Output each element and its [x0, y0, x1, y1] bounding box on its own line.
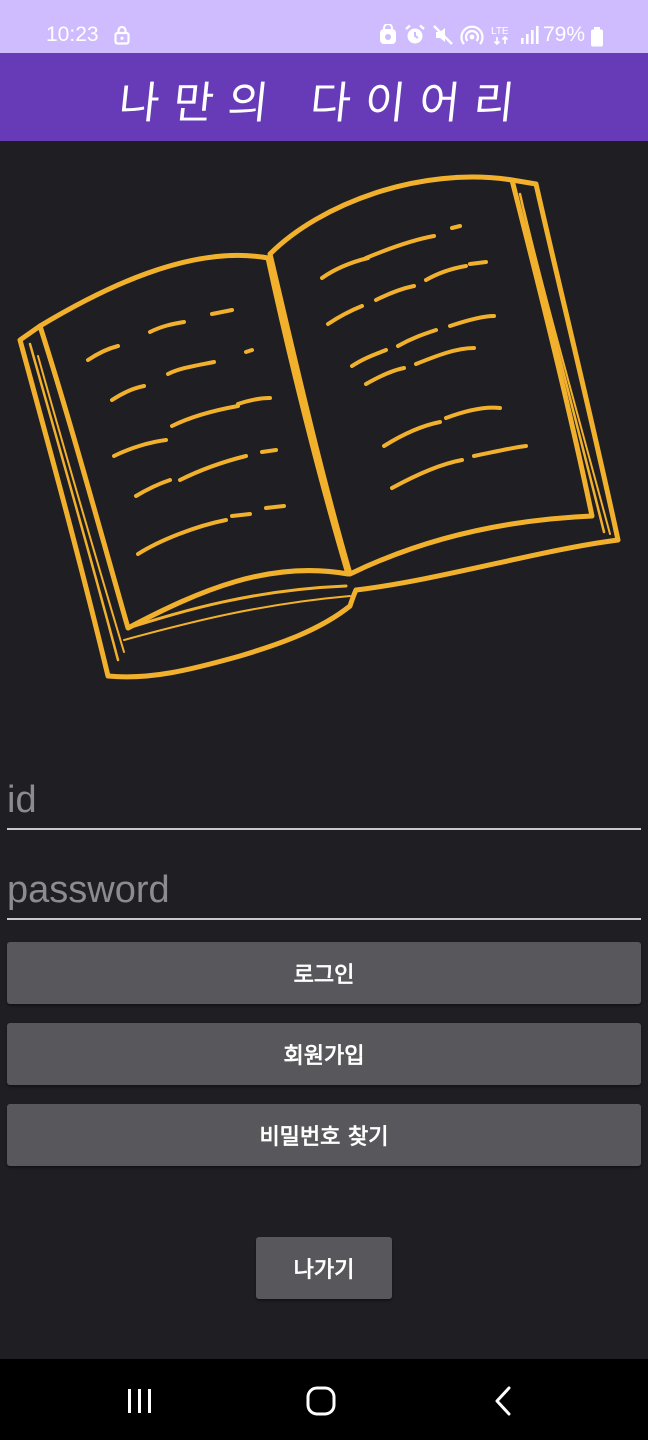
app-bar: 나만의 다이어리 — [0, 53, 648, 141]
battery-percentage: 79% — [543, 23, 586, 46]
password-input[interactable] — [7, 862, 641, 920]
id-input[interactable] — [7, 772, 641, 830]
lock-icon — [114, 25, 130, 45]
hotspot-icon — [460, 25, 484, 45]
alarm-icon — [405, 24, 425, 44]
home-icon[interactable] — [306, 1386, 336, 1416]
signup-button[interactable]: 회원가입 — [7, 1023, 641, 1085]
signal-icon — [521, 26, 539, 44]
login-button[interactable]: 로그인 — [7, 942, 641, 1004]
navigation-bar — [0, 1359, 648, 1440]
lte-icon: LTE — [491, 26, 509, 46]
back-icon[interactable] — [493, 1386, 513, 1416]
battery-icon — [591, 27, 603, 47]
app-notification-icon — [380, 24, 396, 44]
exit-button[interactable]: 나가기 — [256, 1237, 392, 1299]
status-time: 10:23 — [46, 23, 99, 46]
status-bar: 10:23 LTE 79% — [0, 0, 648, 53]
svg-text:LTE: LTE — [491, 26, 509, 37]
recents-icon[interactable] — [127, 1388, 153, 1414]
open-book-icon — [17, 174, 621, 680]
status-icons: LTE — [378, 24, 540, 46]
mute-icon — [433, 25, 453, 45]
app-title: 나만의 다이어리 — [116, 78, 531, 129]
find-password-button[interactable]: 비밀번호 찾기 — [7, 1104, 641, 1166]
